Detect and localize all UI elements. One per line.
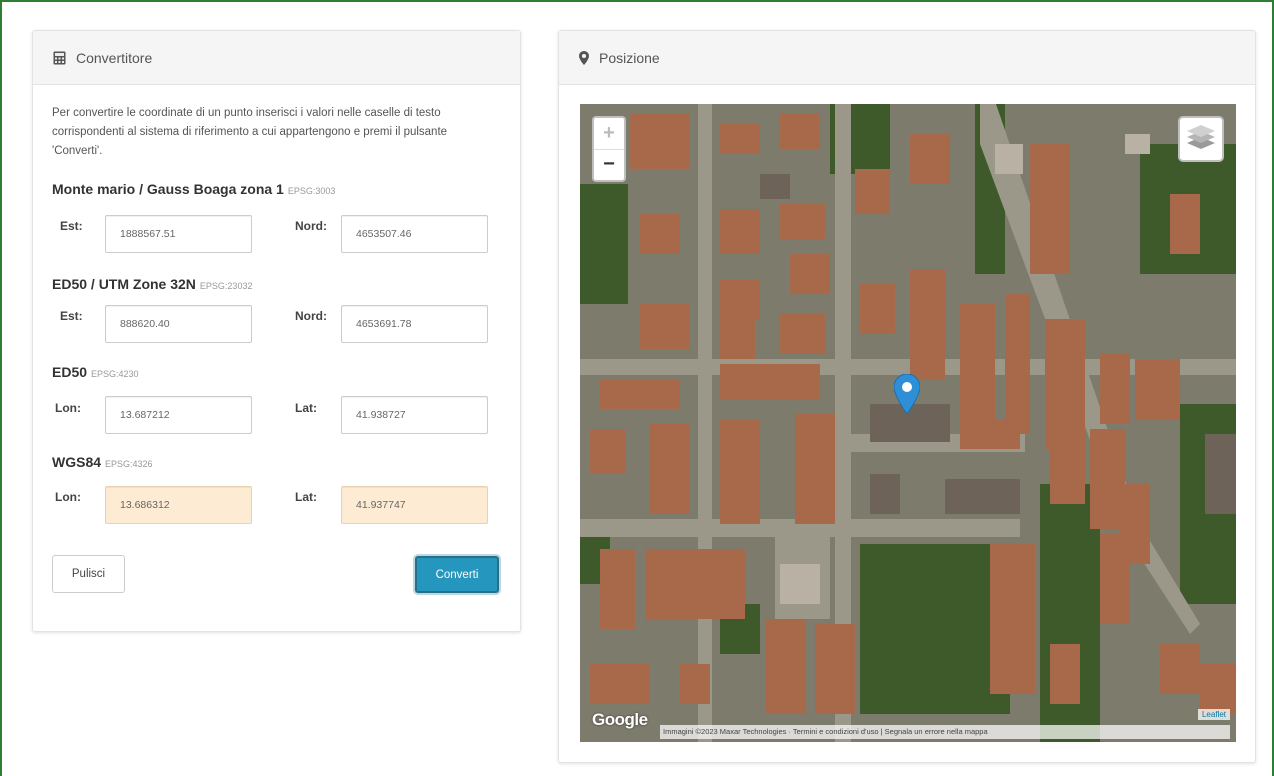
- satellite-map[interactable]: + − Leaflet Google Immagini ©2023 Maxar …: [580, 104, 1236, 742]
- layers-icon: [1187, 124, 1215, 154]
- map-attribution[interactable]: Immagini ©2023 Maxar Technologies · Term…: [660, 725, 1230, 739]
- satellite-imagery: [580, 104, 1236, 742]
- field-label-lat: Lat:: [295, 401, 317, 415]
- section-epsg: EPSG:4326: [105, 459, 153, 469]
- field-label-est: Est:: [60, 219, 83, 233]
- location-marker-icon[interactable]: [893, 373, 921, 419]
- layers-button[interactable]: [1178, 116, 1224, 162]
- map-marker-icon: [579, 50, 589, 65]
- clear-button[interactable]: Pulisci: [52, 555, 125, 593]
- utm-nord-input[interactable]: [341, 305, 488, 343]
- gauss-boaga-nord-input[interactable]: [341, 215, 488, 253]
- section-title-ed50: ED50 EPSG:4230: [52, 364, 139, 380]
- wgs84-lon-input[interactable]: [105, 486, 252, 524]
- calculator-icon: [53, 51, 66, 65]
- google-logo: Google: [592, 710, 648, 729]
- zoom-control: + −: [592, 116, 626, 182]
- leaflet-attribution-link[interactable]: Leaflet: [1197, 709, 1230, 720]
- field-label-nord: Nord:: [295, 219, 327, 233]
- gauss-boaga-est-input[interactable]: [105, 215, 252, 253]
- position-panel: Posizione + − Leaflet Google Immagini ©2…: [558, 30, 1256, 763]
- section-name: WGS84: [52, 454, 102, 470]
- section-epsg: EPSG:3003: [287, 186, 336, 196]
- utm-est-input[interactable]: [105, 305, 252, 343]
- convert-button[interactable]: Converti: [415, 556, 499, 593]
- ed50-lat-input[interactable]: [341, 396, 488, 434]
- zoom-out-button[interactable]: −: [594, 150, 624, 181]
- section-title-gauss-boaga: Monte mario / Gauss Boaga zona 1 EPSG:300…: [52, 181, 335, 197]
- ed50-lon-input[interactable]: [105, 396, 252, 434]
- field-label-lon: Lon:: [55, 490, 81, 504]
- field-label-lon: Lon:: [55, 401, 81, 415]
- section-name: Monte mario / Gauss Boaga zona 1: [52, 181, 284, 197]
- section-name: ED50: [52, 364, 88, 380]
- field-label-nord: Nord:: [295, 309, 327, 323]
- converter-heading: Convertitore: [33, 31, 520, 85]
- field-label-est: Est:: [60, 309, 83, 323]
- section-title-wgs84: WGS84 EPSG:4326: [52, 454, 153, 470]
- position-heading: Posizione: [559, 31, 1255, 85]
- converter-panel: Convertitore Per convertire le coordinat…: [32, 30, 521, 632]
- section-epsg: EPSG:23032: [199, 281, 253, 291]
- position-title: Posizione: [599, 49, 660, 66]
- section-title-utm-32n: ED50 / UTM Zone 32N EPSG:23032: [52, 276, 252, 292]
- zoom-in-button[interactable]: +: [594, 118, 624, 150]
- section-name: ED50 / UTM Zone 32N: [52, 276, 196, 292]
- section-epsg: EPSG:4230: [91, 369, 139, 379]
- field-label-lat: Lat:: [295, 490, 317, 504]
- converter-title: Convertitore: [76, 49, 153, 66]
- wgs84-lat-input[interactable]: [341, 486, 488, 524]
- converter-intro: Per convertire le coordinate di un punto…: [52, 107, 448, 157]
